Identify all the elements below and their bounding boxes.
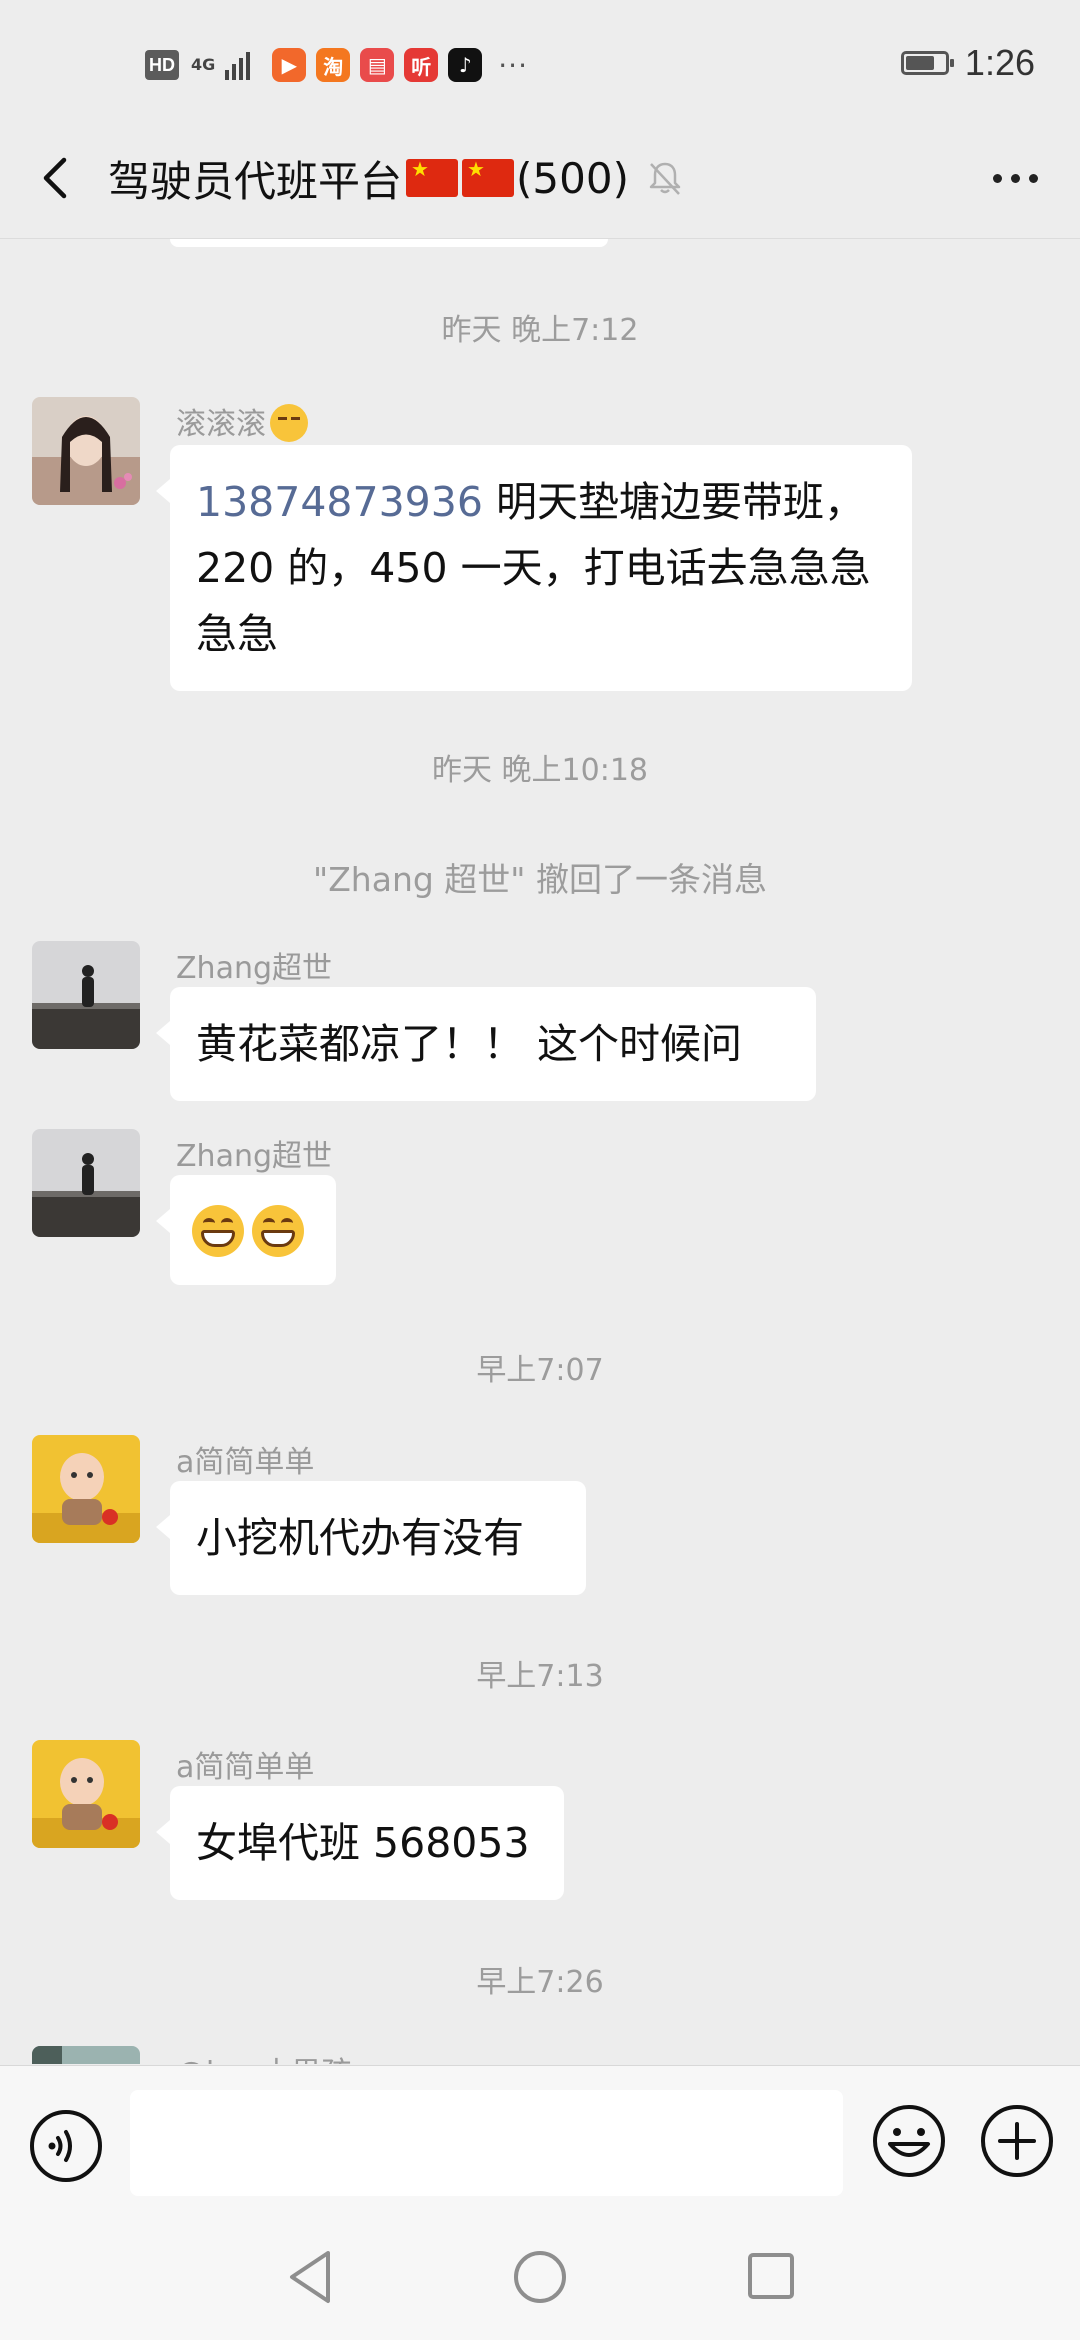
system-nav-bar	[0, 2225, 1080, 2340]
timestamp: 早上7:26	[476, 1965, 604, 2000]
sender-name: Zhang超世	[176, 951, 333, 986]
avatar-image	[32, 941, 140, 1049]
avatar-image	[32, 1435, 140, 1543]
avatar[interactable]	[32, 2046, 140, 2064]
nav-home-button[interactable]	[512, 2249, 568, 2305]
plus-icon	[981, 2105, 1053, 2177]
ting-app-icon: 听	[404, 48, 439, 82]
avatar-image	[32, 1129, 140, 1237]
back-button[interactable]	[30, 148, 90, 208]
message-bubble[interactable]: 黄花菜都凉了！！ 这个时候问	[156, 987, 816, 1101]
nav-recents-button[interactable]	[746, 2251, 796, 2301]
china-flag-icon	[406, 157, 459, 197]
voice-icon	[30, 2110, 102, 2182]
dot	[1010, 173, 1020, 183]
message-bubble[interactable]: 13874873936 明天垫塘边要带班，220 的，450 一天，打电话去急急…	[156, 445, 912, 691]
phone-number-link[interactable]: 13874873936	[196, 478, 483, 526]
more-options-button[interactable]	[980, 148, 1050, 208]
sender-name: a简简单单	[176, 1750, 315, 1785]
chat-title: 驾驶员代班平台 (500)	[108, 148, 685, 208]
previous-message-bubble[interactable]	[170, 239, 608, 247]
clock: 1:26	[964, 42, 1035, 83]
avatar-image	[32, 1740, 140, 1848]
tiktok-app-icon: ♪	[448, 48, 483, 82]
message-text: 黄花菜都凉了！！ 这个时候问	[196, 1020, 743, 1068]
input-bar	[0, 2065, 1080, 2226]
signal-icon	[225, 50, 251, 80]
sender-name: @hey小男孩	[176, 2048, 351, 2064]
battery-level	[905, 56, 935, 70]
battery-icon	[900, 51, 954, 75]
avatar[interactable]	[32, 1435, 140, 1543]
dot	[992, 173, 1002, 183]
more-notifications-icon: ···	[498, 48, 528, 82]
wechat-group-chat-screen: HD 4G ▶ 淘 ▤ 听 ♪ ··· 1:26 驾驶员代班平台 (500)	[0, 0, 1080, 2340]
emoji-button[interactable]	[870, 2102, 948, 2180]
recall-notice: "Zhang 超世" 撤回了一条消息	[313, 860, 767, 899]
avatar-image	[32, 397, 140, 505]
nav-back-button[interactable]	[282, 2247, 338, 2307]
timestamp: 早上7:07	[476, 1353, 604, 1388]
hd-indicator: HD	[145, 50, 179, 80]
sender-name: 滚滚滚	[176, 399, 308, 443]
timestamp: 昨天 晚上10:18	[432, 753, 648, 788]
more-functions-button[interactable]	[978, 2102, 1056, 2180]
message-list[interactable]: 昨天 晚上7:12 滚滚滚 13874873936 明天垫塘边要带班，220 的…	[0, 239, 1080, 2064]
circle-home-icon	[514, 2251, 566, 2303]
grin-emoji-icon	[192, 1205, 244, 1257]
message-bubble[interactable]: 女埠代班 568053	[156, 1786, 564, 1900]
sender-name: a简简单单	[176, 1445, 315, 1480]
smiley-icon	[873, 2105, 945, 2177]
timestamp: 昨天 晚上7:12	[441, 313, 639, 348]
status-right: 1:26	[900, 42, 1035, 84]
reader-app-icon: ▤	[360, 48, 395, 82]
taobao-app-icon: 淘	[316, 48, 351, 82]
network-type: 4G	[191, 55, 216, 74]
square-recents-icon	[748, 2253, 794, 2299]
avatar[interactable]	[32, 1740, 140, 1848]
notification-icons: ▶ 淘 ▤ 听 ♪	[272, 48, 483, 82]
grin-emoji-icon	[252, 1205, 304, 1257]
message-bubble[interactable]	[156, 1175, 336, 1285]
timestamp: 早上7:13	[476, 1659, 604, 1694]
member-count: (500)	[516, 153, 629, 203]
voice-input-button[interactable]	[28, 2108, 104, 2184]
video-app-icon: ▶	[272, 48, 307, 82]
smirk-emoji-icon	[270, 404, 308, 442]
group-name: 驾驶员代班平台	[108, 156, 403, 206]
avatar[interactable]	[32, 397, 140, 505]
message-input[interactable]	[130, 2090, 843, 2196]
message-text: 女埠代班 568053	[196, 1819, 530, 1867]
mute-bell-icon	[649, 162, 681, 195]
sender-name-text: 滚滚滚	[176, 407, 266, 442]
avatar[interactable]	[32, 1129, 140, 1237]
china-flag-icon	[462, 157, 515, 197]
chat-header: 驾驶员代班平台 (500)	[0, 120, 1080, 239]
message-bubble[interactable]: 小挖机代办有没有	[156, 1481, 586, 1595]
avatar-image	[32, 2046, 140, 2064]
status-left: HD 4G ▶ 淘 ▤ 听 ♪ ···	[145, 45, 528, 85]
message-text: 小挖机代办有没有	[196, 1514, 524, 1562]
status-bar: HD 4G ▶ 淘 ▤ 听 ♪ ··· 1:26	[0, 0, 1080, 120]
chevron-left-icon	[43, 157, 67, 199]
avatar[interactable]	[32, 941, 140, 1049]
sender-name: Zhang超世	[176, 1139, 333, 1174]
dot	[1028, 173, 1038, 183]
triangle-back-icon	[290, 2251, 330, 2303]
